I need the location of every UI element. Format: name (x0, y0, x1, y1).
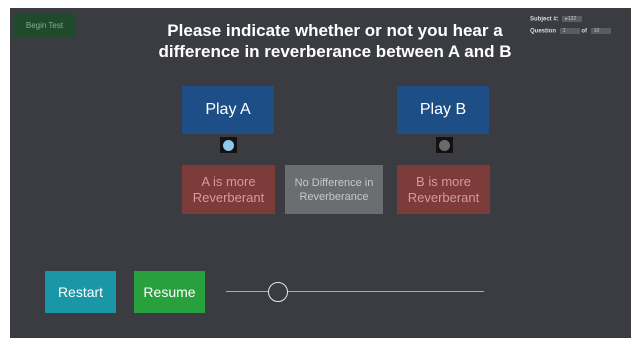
indicator-light-a (223, 139, 234, 151)
title-line-2: difference in reverberance between A and… (158, 42, 512, 61)
question-number-field: 1 (559, 28, 580, 34)
slider-thumb[interactable] (267, 282, 288, 302)
a-more-reverberant-button[interactable]: A is more Reverberant (182, 165, 275, 214)
question-counter: Question 1 of 10 (530, 28, 611, 35)
b-more-reverberant-button[interactable]: B is more Reverberant (397, 165, 490, 214)
a-choice-line-2: Reverberant (192, 189, 265, 205)
no-difference-button[interactable]: No Difference in Reverberance (285, 165, 383, 214)
b-choice-text: B is more Reverberant (408, 174, 480, 206)
play-b-indicator (436, 137, 453, 153)
question-total-field: 10 (590, 28, 611, 34)
subject-field: Subject #: ▸122 (530, 16, 583, 23)
b-choice-line-2: Reverberant (407, 189, 480, 205)
a-choice-line-1: A is more (201, 173, 256, 189)
indicator-light-b (439, 139, 450, 151)
question-label: Question (530, 28, 557, 35)
none-choice-line-1: No Difference in (294, 176, 374, 189)
resume-button[interactable]: Resume (134, 271, 205, 313)
none-choice-line-2: Reverberance (299, 190, 369, 203)
subject-label: Subject #: (530, 16, 559, 23)
play-a-indicator (220, 137, 237, 153)
b-choice-line-1: B is more (416, 173, 471, 189)
subject-number-input[interactable]: ▸122 (562, 16, 583, 22)
play-a-button[interactable]: Play A (182, 86, 274, 134)
of-label: of (581, 28, 588, 35)
a-choice-text: A is more Reverberant (193, 174, 265, 206)
title-line-1: Please indicate whether or not you hear … (167, 21, 503, 40)
play-b-button[interactable]: Play B (397, 86, 489, 134)
restart-button[interactable]: Restart (45, 271, 116, 313)
begin-test-button[interactable]: Begin Test (14, 13, 75, 38)
test-panel: Begin Test Please indicate whether or no… (10, 8, 631, 338)
instructions-title: Please indicate whether or not you hear … (145, 20, 525, 62)
progress-slider[interactable] (226, 282, 484, 302)
none-choice-text: No Difference in Reverberance (295, 176, 374, 204)
slider-track (226, 291, 484, 292)
